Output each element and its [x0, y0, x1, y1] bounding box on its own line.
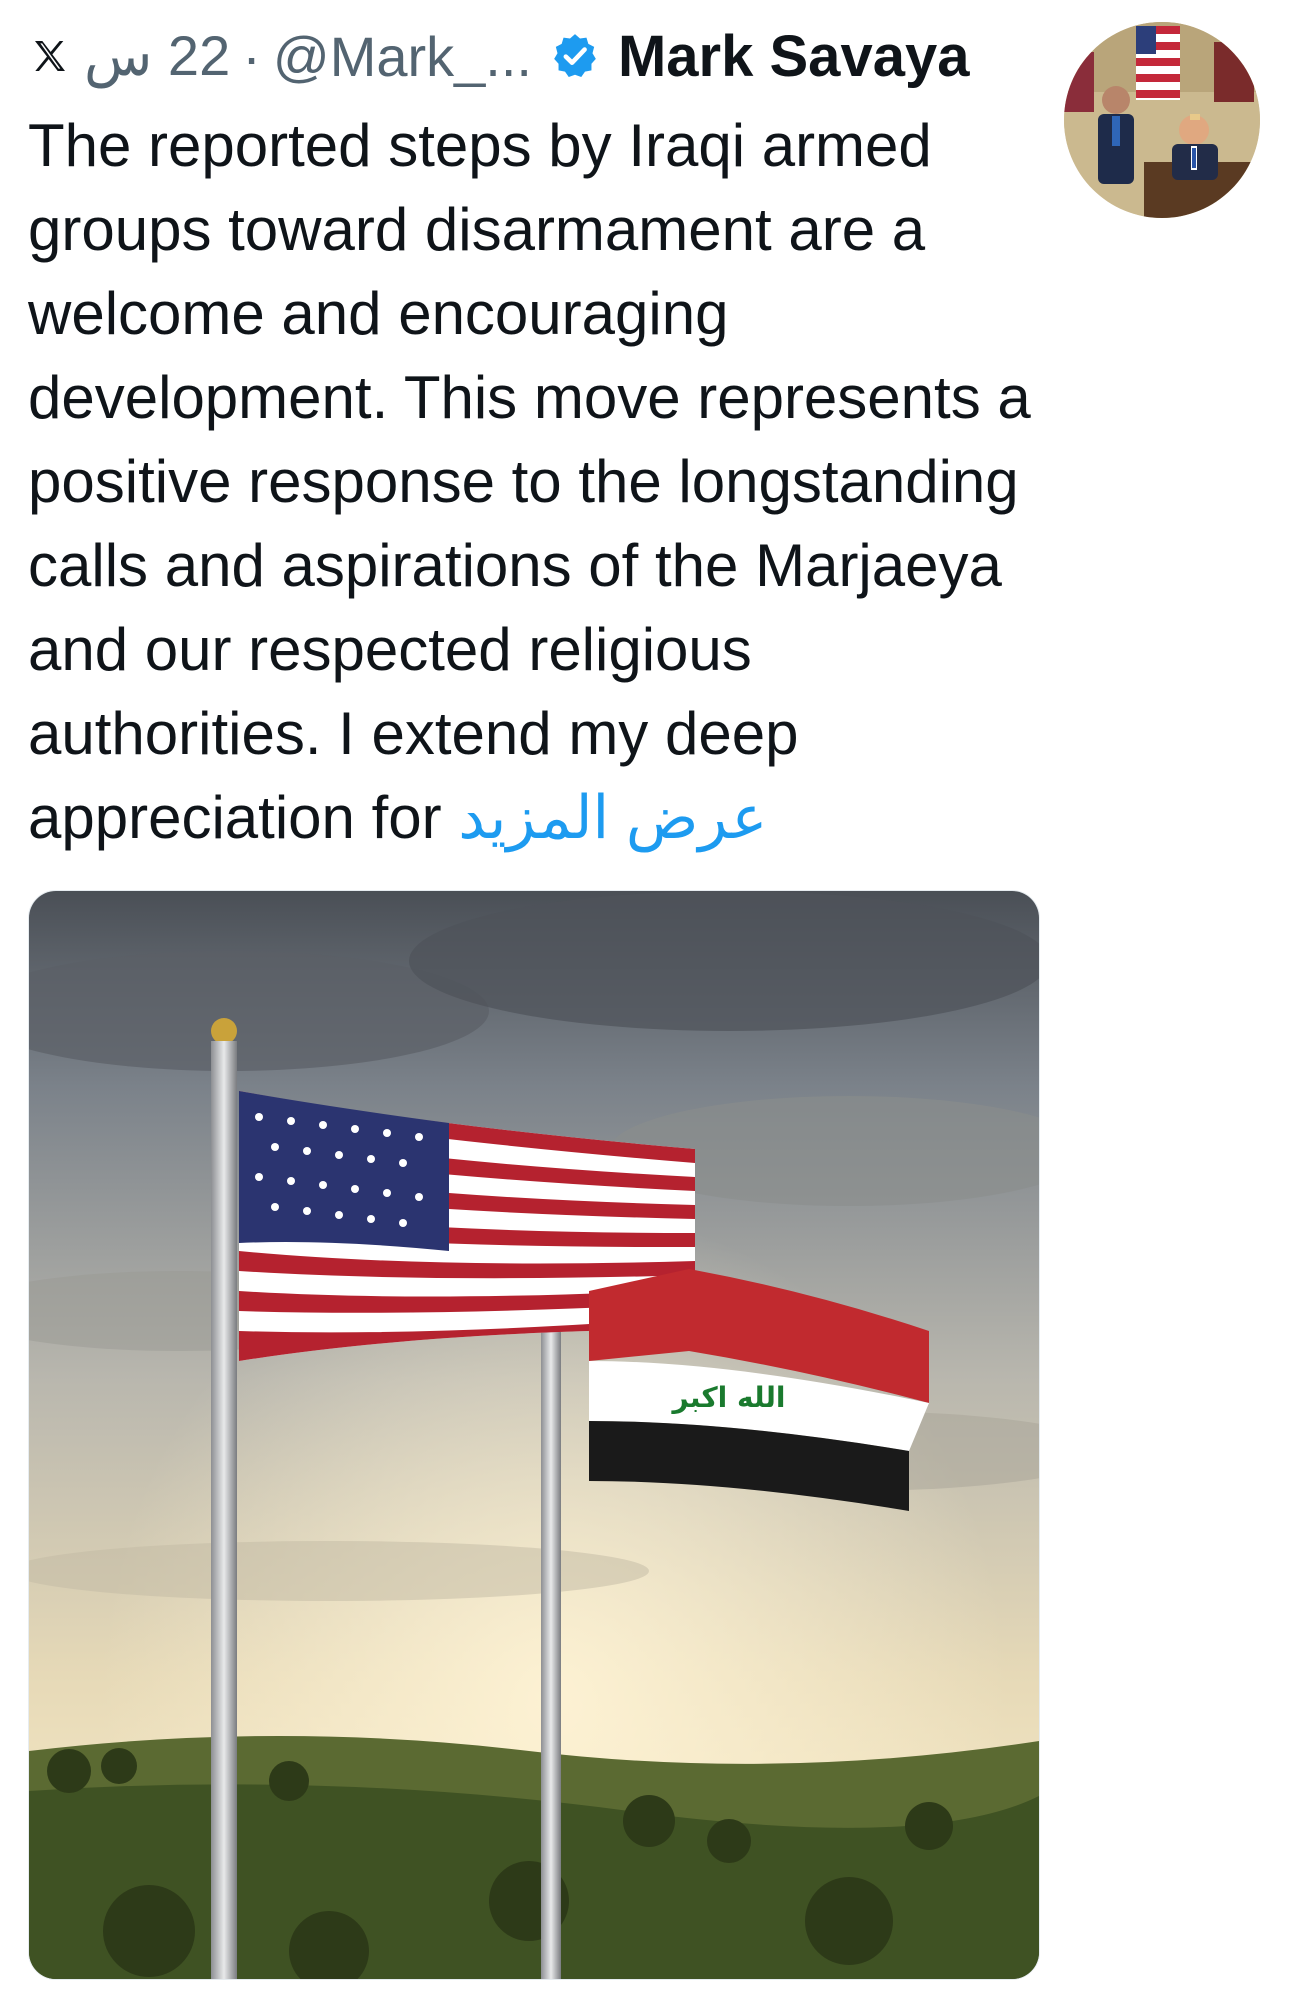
tweet-body: The reported steps by Iraqi armed groups… — [28, 112, 1031, 851]
tweet-header: 22 س · @Mark_... Mark Savaya — [28, 16, 1038, 96]
x-logo-icon[interactable] — [28, 34, 72, 78]
display-name[interactable]: Mark Savaya — [618, 23, 969, 90]
avatar[interactable] — [1064, 22, 1260, 218]
tweet-media-image[interactable]: الله اكبر — [28, 890, 1040, 1980]
flag-inscription: الله اكبر — [671, 1381, 786, 1414]
tweet-card[interactable]: 22 س · @Mark_... Mark Savaya The reporte… — [0, 0, 1290, 1995]
verified-badge-icon — [550, 31, 600, 81]
meta-separator: · — [242, 24, 261, 88]
tweet-text: The reported steps by Iraqi armed groups… — [28, 104, 1038, 860]
tweet-timestamp[interactable]: 22 س — [84, 23, 231, 89]
show-more-link[interactable]: عرض المزيد — [458, 784, 767, 851]
user-handle[interactable]: @Mark_... — [273, 24, 532, 89]
